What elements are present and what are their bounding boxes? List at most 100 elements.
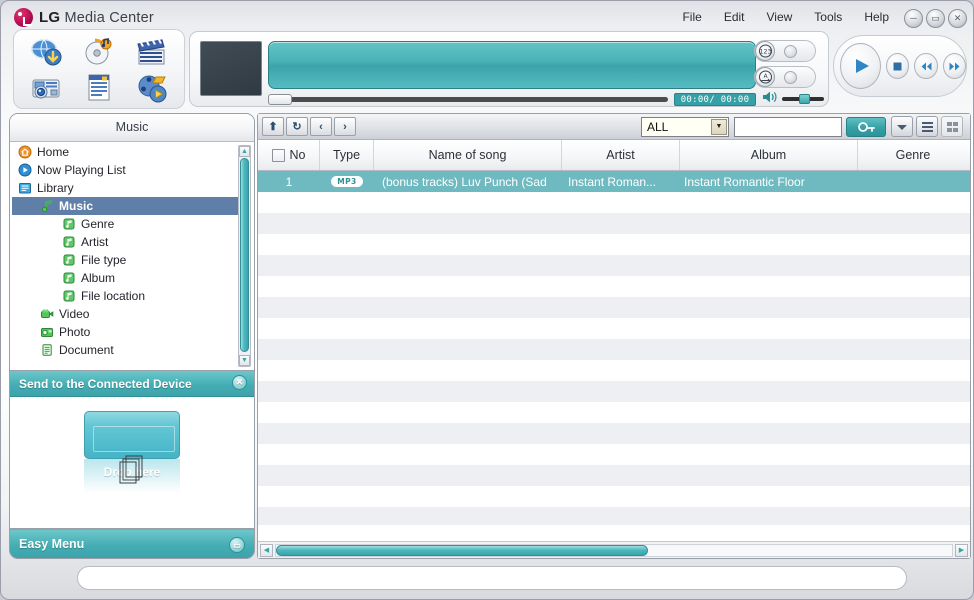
menu-item-help[interactable]: Help: [864, 10, 889, 24]
table-row[interactable]: [258, 192, 970, 213]
table-row[interactable]: 1 MP3 (bonus tracks) Luv Punch (Sad Inst…: [258, 171, 970, 192]
thumbnail-view-button[interactable]: [941, 116, 963, 137]
column-header-artist[interactable]: Artist: [562, 140, 680, 170]
top-panel: 00:00/ 00:00 123 A: [9, 29, 967, 111]
easy-menu-bar[interactable]: Easy Menu ▭: [9, 529, 255, 559]
column-label: No: [289, 148, 306, 162]
app-title: LG Media Center: [39, 9, 154, 26]
sidebar-item-home[interactable]: Home: [12, 143, 244, 161]
table-row[interactable]: [258, 360, 970, 381]
internet-download-icon[interactable]: [20, 34, 73, 69]
minimize-icon[interactable]: ─: [904, 9, 923, 28]
sidebar-item-artist[interactable]: Artist: [12, 233, 244, 251]
table-row[interactable]: [258, 402, 970, 423]
view-dropdown-button[interactable]: [891, 116, 913, 137]
title-bar: LG Media Center File Edit View Tools Hel…: [1, 1, 974, 31]
filter-selected-value: ALL: [647, 119, 669, 134]
seek-slider[interactable]: [268, 94, 668, 105]
app-branding: LG Media Center: [14, 8, 154, 27]
scroll-up-icon[interactable]: ▲: [239, 146, 250, 157]
stop-button[interactable]: [886, 53, 910, 79]
previous-button[interactable]: [914, 53, 938, 79]
camera-photo-icon[interactable]: [20, 69, 73, 104]
scroll-right-icon[interactable]: ▶: [955, 543, 968, 557]
music-cd-icon[interactable]: [73, 34, 126, 69]
lg-logo-icon: [14, 8, 33, 27]
column-header-song[interactable]: Name of song: [374, 140, 562, 170]
play-button[interactable]: [840, 43, 882, 89]
filter-select[interactable]: ALL ▼: [641, 116, 729, 137]
sidebar-item-now-playing-list[interactable]: Now Playing List: [12, 161, 244, 179]
back-button[interactable]: ‹: [310, 117, 332, 136]
music-note-icon: [40, 199, 54, 213]
close-icon[interactable]: ✕: [948, 9, 967, 28]
menu-item-tools[interactable]: Tools: [814, 10, 842, 24]
device-drop-zone[interactable]: Drop here: [10, 397, 254, 527]
search-input[interactable]: [734, 116, 842, 137]
table-row[interactable]: [258, 507, 970, 525]
time-display: 00:00/ 00:00: [674, 93, 756, 106]
chevron-down-icon[interactable]: ▼: [711, 118, 727, 135]
shuffle-toggle[interactable]: 123: [754, 40, 816, 62]
sidebar-item-label: Genre: [81, 217, 115, 231]
sidebar-item-document[interactable]: Document: [12, 341, 244, 359]
column-header-no[interactable]: No: [258, 140, 320, 170]
table-row[interactable]: [258, 318, 970, 339]
table-row[interactable]: [258, 276, 970, 297]
media-play-icon[interactable]: [125, 69, 178, 104]
list-view-button[interactable]: [916, 116, 938, 137]
sidebar-vertical-scrollbar[interactable]: ▲ ▼: [238, 145, 251, 367]
sidebar-item-genre[interactable]: Genre: [12, 215, 244, 233]
scroll-down-icon[interactable]: ▼: [239, 355, 250, 366]
sidebar-item-label: Music: [59, 199, 94, 213]
repeat-toggle[interactable]: A: [754, 66, 816, 88]
scrollbar-thumb[interactable]: [240, 158, 249, 352]
volume-thumb[interactable]: [799, 94, 810, 104]
table-row[interactable]: [258, 444, 970, 465]
sidebar-item-file-location[interactable]: File location: [12, 287, 244, 305]
table-row[interactable]: [258, 486, 970, 507]
table-row[interactable]: [258, 255, 970, 276]
table-row[interactable]: [258, 465, 970, 486]
movie-clapper-icon[interactable]: [125, 34, 178, 69]
next-button[interactable]: [942, 53, 966, 79]
document-icon[interactable]: [73, 69, 126, 104]
cell-artist: Instant Roman...: [568, 174, 657, 189]
column-header-genre[interactable]: Genre: [858, 140, 968, 170]
sidebar-item-album[interactable]: Album: [12, 269, 244, 287]
sidebar-item-video[interactable]: Video: [12, 305, 244, 323]
table-row[interactable]: [258, 213, 970, 234]
maximize-icon[interactable]: ▭: [926, 9, 945, 28]
content-horizontal-scrollbar[interactable]: ◀ ▶: [258, 541, 970, 558]
sidebar-item-photo[interactable]: Photo: [12, 323, 244, 341]
scroll-left-icon[interactable]: ◀: [260, 543, 273, 557]
menu-item-edit[interactable]: Edit: [724, 10, 745, 24]
menu-item-view[interactable]: View: [767, 10, 793, 24]
sidebar-item-library[interactable]: Library: [12, 179, 244, 197]
refresh-button[interactable]: ↻: [286, 117, 308, 136]
seek-thumb[interactable]: [268, 94, 292, 105]
volume-slider[interactable]: [782, 94, 824, 104]
table-row[interactable]: [258, 381, 970, 402]
table-row[interactable]: [258, 234, 970, 255]
device-panel-close-icon[interactable]: ✕: [232, 375, 247, 390]
table-row[interactable]: [258, 297, 970, 318]
table-row[interactable]: [258, 423, 970, 444]
up-button[interactable]: ⬆: [262, 117, 284, 136]
column-header-album[interactable]: Album: [680, 140, 858, 170]
search-button[interactable]: [846, 116, 886, 137]
select-all-checkbox[interactable]: [271, 148, 285, 162]
scrollbar-thumb[interactable]: [276, 544, 648, 556]
hscroll-track[interactable]: [275, 543, 953, 557]
sidebar-item-music[interactable]: Music: [12, 197, 244, 215]
table-row[interactable]: [258, 339, 970, 360]
sidebar-item-label: Photo: [59, 325, 91, 339]
speaker-icon[interactable]: [762, 90, 777, 109]
note-tag-icon: [62, 235, 76, 249]
menu-item-file[interactable]: File: [682, 10, 701, 24]
sidebar-item-file-type[interactable]: File type: [12, 251, 244, 269]
easy-menu-expand-icon[interactable]: ▭: [229, 537, 245, 553]
cell-no: 1: [285, 174, 293, 189]
column-header-type[interactable]: Type: [320, 140, 374, 170]
forward-button[interactable]: ›: [334, 117, 356, 136]
